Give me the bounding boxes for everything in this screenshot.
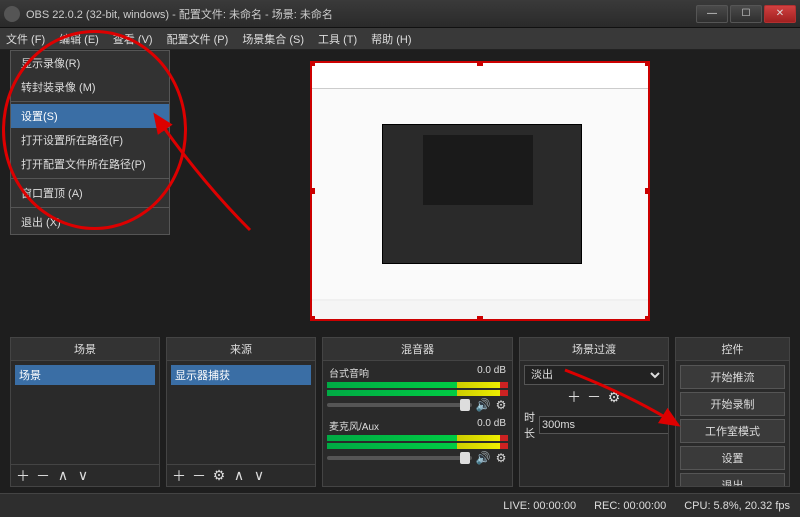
window-title: OBS 22.0.2 (32-bit, windows) - 配置文件: 未命名… xyxy=(26,6,696,22)
resize-handle[interactable] xyxy=(645,316,650,321)
preview-content xyxy=(312,89,648,299)
exit-button[interactable]: 退出 xyxy=(680,473,785,486)
mixer-channel-db: 0.0 dB xyxy=(477,418,506,433)
menu-item-exit[interactable]: 退出 (X) xyxy=(11,210,169,234)
transition-settings-button[interactable]: ⚙ xyxy=(606,389,622,405)
minimize-button[interactable]: — xyxy=(696,5,728,23)
menu-separator xyxy=(11,178,169,179)
audio-meter xyxy=(327,382,508,388)
audio-meter xyxy=(327,390,508,396)
window-titlebar: OBS 22.0.2 (32-bit, windows) - 配置文件: 未命名… xyxy=(0,0,800,28)
gear-icon[interactable]: ⚙ xyxy=(494,398,508,412)
sources-panel: 来源 显示器捕获 ＋ － ⚙ ∧ ∨ xyxy=(166,337,316,487)
mixer-channel-db: 0.0 dB xyxy=(477,365,506,380)
menu-item-open-profile-path[interactable]: 打开配置文件所在路径(P) xyxy=(11,152,169,176)
status-cpu: CPU: 5.8%, 20.32 fps xyxy=(684,500,790,512)
scene-list-item[interactable]: 场景 xyxy=(15,365,155,385)
transition-select[interactable]: 淡出 xyxy=(524,365,664,385)
menu-profile[interactable]: 配置文件 (P) xyxy=(167,31,229,47)
source-up-button[interactable]: ∧ xyxy=(231,468,247,484)
menu-item-show-recordings[interactable]: 显示录像(R) xyxy=(11,51,169,75)
audio-meter xyxy=(327,443,508,449)
settings-button[interactable]: 设置 xyxy=(680,446,785,470)
source-settings-button[interactable]: ⚙ xyxy=(211,468,227,484)
speaker-icon[interactable]: 🔊 xyxy=(476,451,490,465)
menu-item-always-on-top[interactable]: 窗口置顶 (A) xyxy=(11,181,169,205)
menu-item-remux[interactable]: 转封装录像 (M) xyxy=(11,75,169,99)
controls-header: 控件 xyxy=(676,338,789,361)
app-icon xyxy=(4,6,20,22)
menu-file[interactable]: 文件 (F) xyxy=(6,31,45,47)
remove-transition-button[interactable]: － xyxy=(586,389,602,405)
menu-separator xyxy=(11,101,169,102)
mixer-header: 混音器 xyxy=(323,338,512,361)
file-menu-dropdown: 显示录像(R) 转封装录像 (M) 设置(S) 打开设置所在路径(F) 打开配置… xyxy=(10,50,170,235)
add-transition-button[interactable]: ＋ xyxy=(566,389,582,405)
preview-nested-window xyxy=(382,124,582,264)
resize-handle[interactable] xyxy=(645,61,650,66)
resize-handle[interactable] xyxy=(477,316,483,321)
resize-handle[interactable] xyxy=(310,316,315,321)
preview-area xyxy=(180,55,780,327)
resize-handle[interactable] xyxy=(310,188,315,194)
scenes-header: 场景 xyxy=(11,338,159,361)
speaker-icon[interactable]: 🔊 xyxy=(476,398,490,412)
start-streaming-button[interactable]: 开始推流 xyxy=(680,365,785,389)
menubar: 文件 (F) 编辑 (E) 查看 (V) 配置文件 (P) 场景集合 (S) 工… xyxy=(0,28,800,50)
mixer-channel-name: 麦克风/Aux xyxy=(329,418,379,433)
scenes-panel: 场景 场景 ＋ － ∧ ∨ xyxy=(10,337,160,487)
preview-content xyxy=(312,63,648,89)
resize-handle[interactable] xyxy=(310,61,315,66)
volume-slider[interactable] xyxy=(327,456,472,460)
source-down-button[interactable]: ∨ xyxy=(251,468,267,484)
transitions-panel: 场景过渡 淡出 ＋ － ⚙ 时长 xyxy=(519,337,669,487)
preview-canvas[interactable] xyxy=(310,61,650,321)
menu-tools[interactable]: 工具 (T) xyxy=(318,31,357,47)
scene-down-button[interactable]: ∨ xyxy=(75,468,91,484)
sources-header: 来源 xyxy=(167,338,315,361)
menu-scene-collection[interactable]: 场景集合 (S) xyxy=(242,31,304,47)
preview-nested-inner xyxy=(423,135,533,205)
add-source-button[interactable]: ＋ xyxy=(171,468,187,484)
audio-meter xyxy=(327,435,508,441)
gear-icon[interactable]: ⚙ xyxy=(494,451,508,465)
status-rec: REC: 00:00:00 xyxy=(594,500,666,512)
status-live: LIVE: 00:00:00 xyxy=(503,500,576,512)
mixer-panel: 混音器 台式音响 0.0 dB 🔊 ⚙ 麦克风/Aux 0.0 dB xyxy=(322,337,513,487)
menu-help[interactable]: 帮助 (H) xyxy=(371,31,411,47)
mixer-channel-name: 台式音响 xyxy=(329,365,369,380)
resize-handle[interactable] xyxy=(477,61,483,66)
menu-separator xyxy=(11,207,169,208)
volume-slider[interactable] xyxy=(327,403,472,407)
resize-handle[interactable] xyxy=(645,188,650,194)
mixer-channel: 麦克风/Aux 0.0 dB 🔊 ⚙ xyxy=(327,418,508,465)
transitions-header: 场景过渡 xyxy=(520,338,668,361)
mixer-channel: 台式音响 0.0 dB 🔊 ⚙ xyxy=(327,365,508,412)
menu-view[interactable]: 查看 (V) xyxy=(113,31,153,47)
add-scene-button[interactable]: ＋ xyxy=(15,468,31,484)
menu-item-settings[interactable]: 设置(S) xyxy=(11,104,169,128)
controls-panel: 控件 开始推流 开始录制 工作室模式 设置 退出 xyxy=(675,337,790,487)
remove-source-button[interactable]: － xyxy=(191,468,207,484)
close-button[interactable]: ✕ xyxy=(764,5,796,23)
menu-item-open-settings-path[interactable]: 打开设置所在路径(F) xyxy=(11,128,169,152)
duration-label: 时长 xyxy=(524,409,535,441)
start-recording-button[interactable]: 开始录制 xyxy=(680,392,785,416)
remove-scene-button[interactable]: － xyxy=(35,468,51,484)
bottom-panels: 场景 场景 ＋ － ∧ ∨ 来源 显示器捕获 ＋ － ⚙ ∧ ∨ 混音器 台式音… xyxy=(10,337,790,487)
menu-edit[interactable]: 编辑 (E) xyxy=(59,31,99,47)
scene-up-button[interactable]: ∧ xyxy=(55,468,71,484)
status-bar: LIVE: 00:00:00 REC: 00:00:00 CPU: 5.8%, … xyxy=(0,493,800,517)
duration-input[interactable] xyxy=(539,416,668,434)
studio-mode-button[interactable]: 工作室模式 xyxy=(680,419,785,443)
source-list-item[interactable]: 显示器捕获 xyxy=(171,365,311,385)
maximize-button[interactable]: ☐ xyxy=(730,5,762,23)
